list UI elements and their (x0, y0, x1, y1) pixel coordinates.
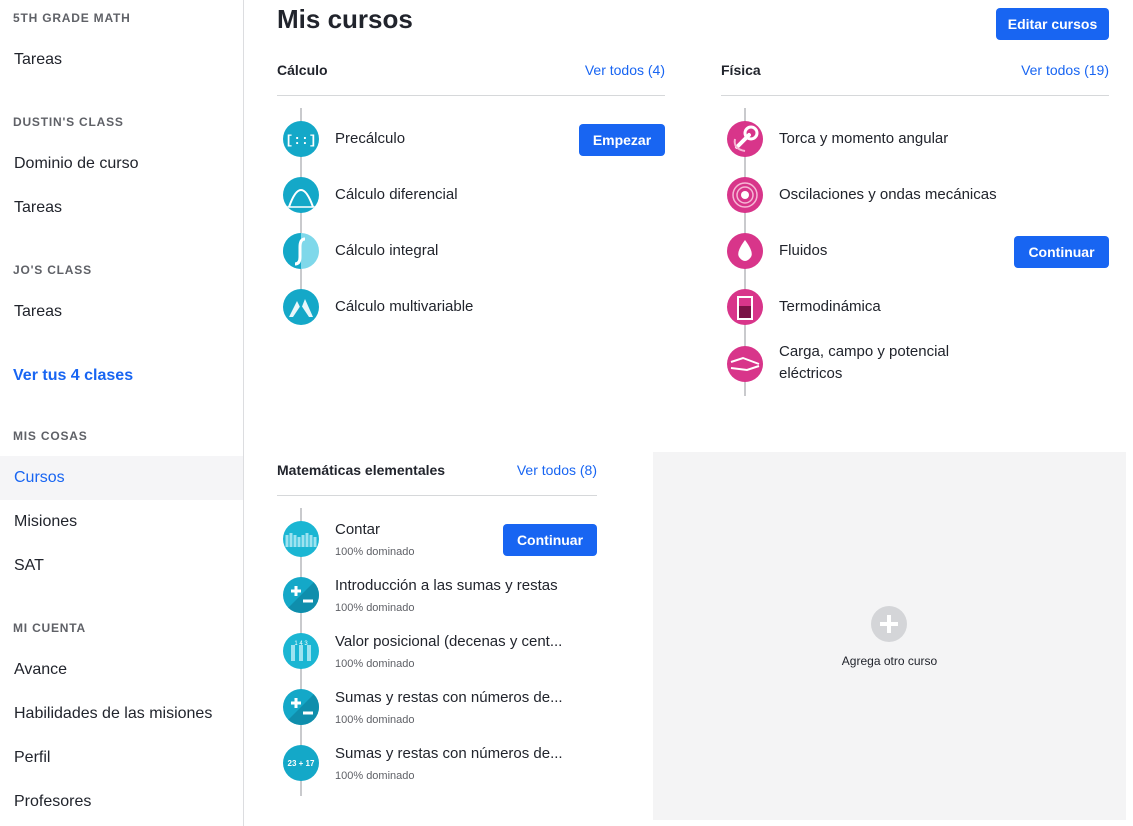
course-name: Cálculo integral (335, 242, 439, 259)
sidebar: 5TH GRADE MATH Tareas DUSTIN'S CLASS Dom… (0, 0, 244, 826)
page-title: Mis cursos (277, 4, 413, 34)
sidebar-item-perfil[interactable]: Perfil (0, 736, 243, 780)
course-intro-sumas-restas[interactable]: Introducción a las sumas y restas 100% d… (283, 577, 583, 617)
course-name: Valor posicional (decenas y cent... (335, 633, 563, 650)
wrench-icon (727, 121, 763, 157)
course-progress: 100% dominado (335, 602, 415, 614)
course-termodinamica[interactable]: Termodinámica (727, 289, 1027, 325)
course-name: Oscilaciones y ondas mecánicas (779, 186, 997, 203)
card-divider (277, 95, 665, 96)
multivariable-calc-icon (283, 289, 319, 325)
integral-calc-icon (283, 233, 319, 269)
beaker-icon (727, 289, 763, 325)
course-name: Precálculo (335, 130, 406, 147)
hands-icon (283, 521, 319, 557)
card-title-fisica: Física (721, 62, 761, 78)
see-all-calculo-link[interactable]: Ver todos (4) (560, 62, 665, 78)
course-valor-posicional[interactable]: 1 4 3 Valor posicional (decenas y cent..… (283, 633, 583, 673)
sidebar-item-tareas[interactable]: Tareas (0, 38, 243, 82)
section-heading-jos-class: JO'S CLASS (13, 263, 92, 277)
card-title-elementales: Matemáticas elementales (277, 462, 446, 478)
diff-calc-icon (283, 177, 319, 213)
handshake-icon (727, 346, 763, 382)
sidebar-item-tareas[interactable]: Tareas (0, 290, 243, 334)
continue-button[interactable]: Continuar (1014, 236, 1109, 268)
section-heading-mis-cosas: MIS COSAS (13, 429, 88, 443)
sum-23-17-icon: 23 + 17 (283, 745, 319, 781)
course-fluidos[interactable]: Fluidos (727, 233, 987, 269)
course-sumas-restas-2[interactable]: 23 + 17 Sumas y restas con números de...… (283, 745, 583, 785)
see-all-classes-link[interactable]: Ver tus 4 clases (13, 367, 133, 385)
sidebar-item-profesores[interactable]: Profesores (0, 780, 243, 824)
sidebar-item-avance[interactable]: Avance (0, 648, 243, 692)
drop-icon (727, 233, 763, 269)
course-name: Cálculo multivariable (335, 298, 474, 315)
section-heading-5th-grade-math: 5TH GRADE MATH (13, 11, 131, 25)
plus-icon (871, 606, 907, 642)
start-button[interactable]: Empezar (579, 124, 665, 156)
card-divider (277, 495, 597, 496)
course-name: Introducción a las sumas y restas (335, 577, 558, 594)
course-oscilaciones[interactable]: Oscilaciones y ondas mecánicas (727, 177, 1027, 213)
course-name: Cálculo diferencial (335, 186, 458, 203)
sidebar-item-dominio-de-curso[interactable]: Dominio de curso (0, 142, 243, 186)
course-name: Carga, campo y potencial eléctricos (779, 343, 950, 382)
see-all-fisica-link[interactable]: Ver todos (19) (1000, 62, 1109, 78)
section-heading-dustins-class: DUSTIN'S CLASS (13, 115, 124, 129)
course-name: Torca y momento angular (779, 130, 949, 147)
sidebar-item-habilidades[interactable]: Habilidades de las misiones (0, 692, 243, 736)
see-all-elementales-link[interactable]: Ver todos (8) (500, 462, 597, 478)
svg-text:[::]: [::] (285, 133, 316, 148)
card-divider (721, 95, 1109, 96)
course-name: Termodinámica (779, 298, 881, 315)
course-contar[interactable]: Contar 100% dominado (283, 521, 503, 561)
course-sumas-restas-1[interactable]: Sumas y restas con números de... 100% do… (283, 689, 583, 729)
course-calculo-integral[interactable]: Cálculo integral (283, 233, 583, 269)
plus-minus-icon (283, 577, 319, 613)
sidebar-item-tareas[interactable]: Tareas (0, 186, 243, 230)
course-name: Sumas y restas con números de... (335, 689, 563, 706)
course-calculo-multivariable[interactable]: Cálculo multivariable (283, 289, 583, 325)
precalc-icon: [::] (283, 121, 319, 157)
section-heading-mi-cuenta: MI CUENTA (13, 621, 86, 635)
add-course-card[interactable]: Agrega otro curso (653, 452, 1126, 820)
plus-minus-icon (283, 689, 319, 725)
sidebar-item-sat[interactable]: SAT (0, 544, 243, 588)
course-torca[interactable]: Torca y momento angular (727, 121, 1027, 157)
course-progress: 100% dominado (335, 714, 415, 726)
continue-button[interactable]: Continuar (503, 524, 597, 556)
course-calculo-diferencial[interactable]: Cálculo diferencial (283, 177, 583, 213)
course-progress: 100% dominado (335, 770, 415, 782)
sidebar-item-cursos[interactable]: Cursos (0, 456, 243, 500)
course-progress: 100% dominado (335, 658, 415, 670)
course-name: Contar (335, 521, 381, 538)
course-carga-campo[interactable]: Carga, campo y potencial eléctricos (727, 343, 1027, 391)
svg-text:23 + 17: 23 + 17 (288, 759, 315, 768)
waves-icon (727, 177, 763, 213)
course-name: Sumas y restas con números de... (335, 745, 563, 762)
sidebar-item-misiones[interactable]: Misiones (0, 500, 243, 544)
course-name: Fluidos (779, 242, 828, 259)
course-progress: 100% dominado (335, 546, 415, 558)
card-title-calculo: Cálculo (277, 62, 328, 78)
place-value-icon: 1 4 3 (283, 633, 319, 669)
add-course-label: Agrega otro curso (841, 654, 938, 668)
svg-text:1 4 3: 1 4 3 (294, 641, 308, 647)
edit-courses-button[interactable]: Editar cursos (996, 8, 1109, 40)
